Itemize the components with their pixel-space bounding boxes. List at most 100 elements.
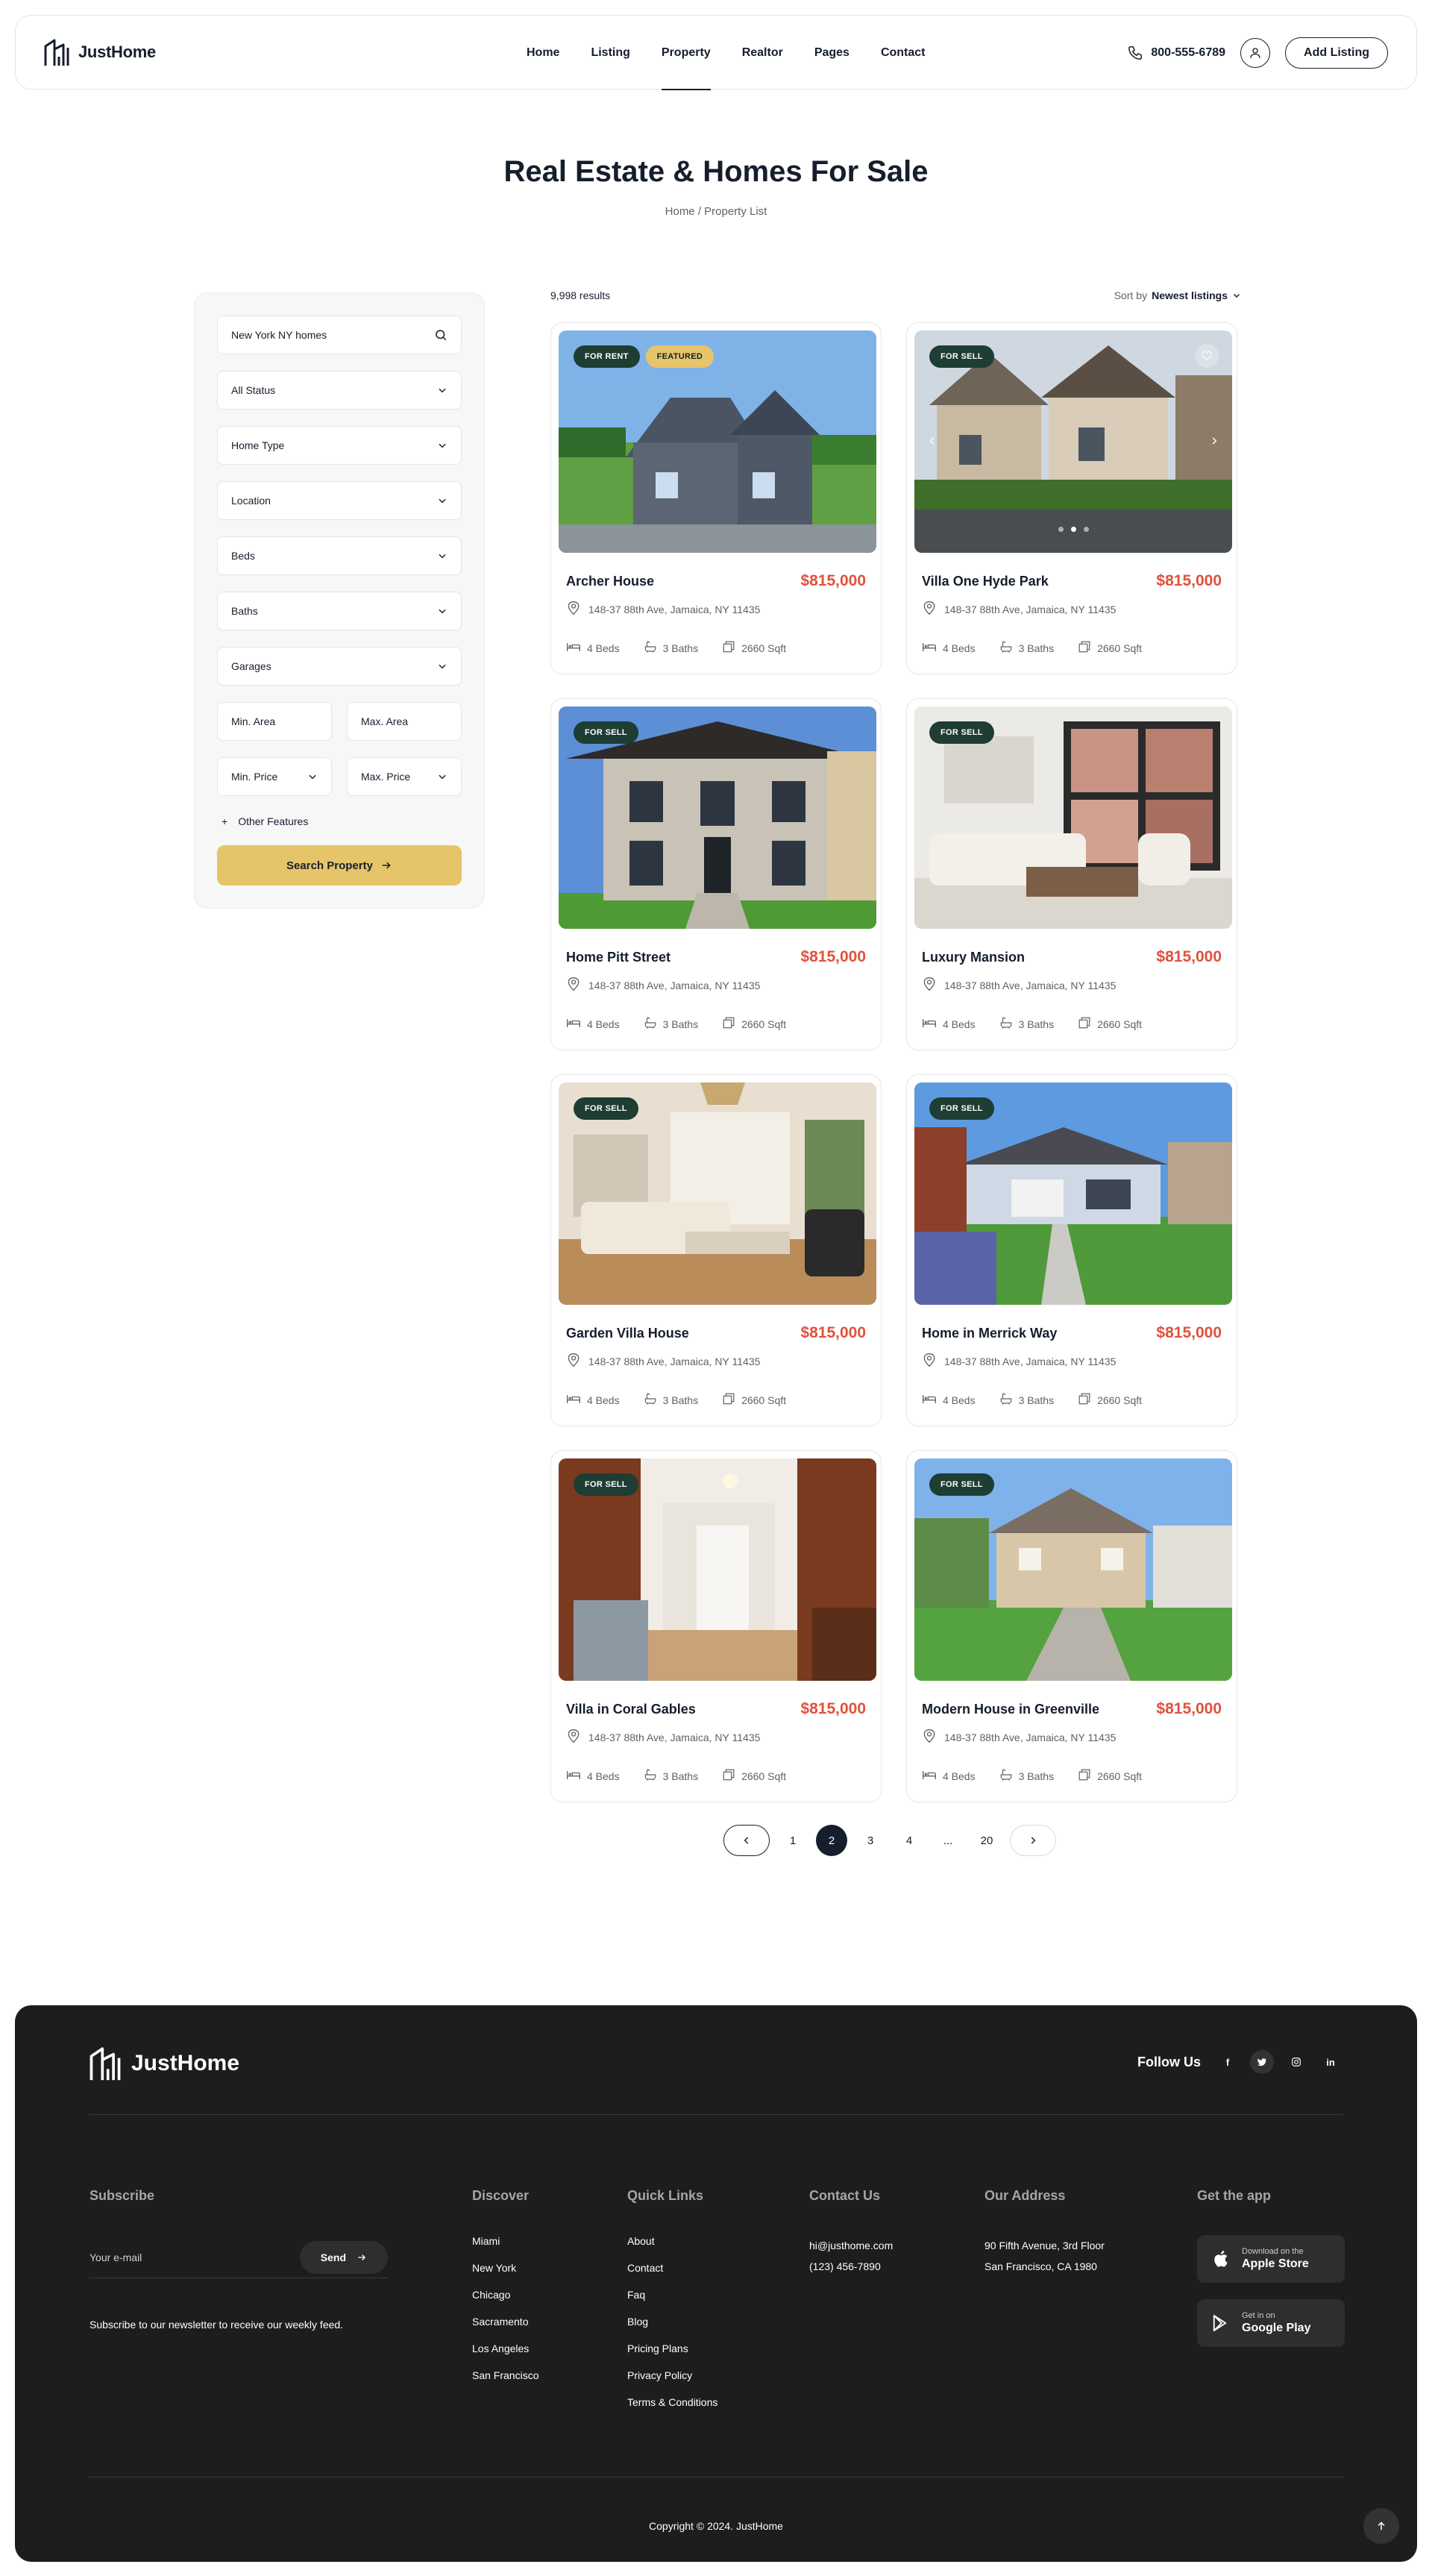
property-title[interactable]: Villa in Coral Gables xyxy=(566,1702,696,1717)
quick-link-about[interactable]: About xyxy=(627,2235,717,2247)
send-button[interactable]: Send xyxy=(299,2240,388,2274)
search-icon xyxy=(436,330,447,341)
twitter-icon[interactable] xyxy=(1250,2050,1274,2074)
google-play-button[interactable]: Get in on Google Play xyxy=(1197,2299,1345,2347)
discover-link-new-york[interactable]: New York xyxy=(472,2262,538,2274)
apple-store-button[interactable]: Download on the Apple Store xyxy=(1197,2235,1345,2283)
quick-link-privacy-policy[interactable]: Privacy Policy xyxy=(627,2369,717,2381)
email-input[interactable]: Your e-mail xyxy=(90,2251,142,2263)
facebook-icon[interactable]: f xyxy=(1216,2050,1240,2074)
copyright: Copyright © 2024. JustHome xyxy=(649,2520,783,2532)
property-price: $815,000 xyxy=(800,1700,866,1717)
property-image[interactable]: FOR SELL xyxy=(914,1458,1232,1681)
nav-home[interactable]: Home xyxy=(527,16,559,90)
max-price-select[interactable]: Max. Price xyxy=(347,757,462,796)
chevron-down-icon xyxy=(439,388,446,393)
other-features-toggle[interactable]: + Other Features xyxy=(222,815,462,827)
property-card[interactable]: FOR SELL Luxury Mansion $815,000 148-37 … xyxy=(906,698,1237,1050)
property-title[interactable]: Archer House xyxy=(566,574,654,589)
property-image[interactable]: FOR SELL xyxy=(559,1082,876,1305)
discover-link-sacramento[interactable]: Sacramento xyxy=(472,2316,538,2328)
nav-property[interactable]: Property xyxy=(661,16,711,90)
brand-logo[interactable]: JustHome xyxy=(44,37,156,67)
prev-page-button[interactable] xyxy=(723,1825,770,1856)
property-card[interactable]: FOR SELL Home in Merrick Way $815,000 14… xyxy=(906,1074,1237,1426)
filter-sidebar: New York NY homes All Status Home Type L… xyxy=(194,292,485,909)
status-select[interactable]: All Status xyxy=(217,371,462,410)
quick-link-pricing-plans[interactable]: Pricing Plans xyxy=(627,2342,717,2354)
property-card[interactable]: FOR SELL Garden Villa House $815,000 148… xyxy=(550,1074,882,1426)
carousel-next-icon[interactable] xyxy=(1204,430,1225,451)
phone-link[interactable]: 800-555-6789 xyxy=(1127,45,1225,61)
property-title[interactable]: Villa One Hyde Park xyxy=(922,574,1049,589)
property-card[interactable]: FOR RENT FEATURED Archer House $815,000 1… xyxy=(550,322,882,674)
property-card[interactable]: FOR SELL Modern House in Greenville $815… xyxy=(906,1450,1237,1802)
contact-email[interactable]: hi@justhome.com xyxy=(809,2235,893,2256)
favorite-heart-icon[interactable] xyxy=(1195,344,1219,368)
user-account-button[interactable] xyxy=(1240,38,1271,68)
page-1[interactable]: 1 xyxy=(777,1825,808,1856)
carousel-dot-active[interactable] xyxy=(1070,527,1076,532)
discover-link-miami[interactable]: Miami xyxy=(472,2235,538,2247)
nav-contact[interactable]: Contact xyxy=(881,16,926,90)
carousel-dot[interactable] xyxy=(1058,527,1064,532)
add-listing-button[interactable]: Add Listing xyxy=(1285,37,1388,69)
contact-phone[interactable]: (123) 456-7890 xyxy=(809,2256,893,2277)
address-line-1: 90 Fifth Avenue, 3rd Floor xyxy=(984,2240,1105,2251)
quick-link-faq[interactable]: Faq xyxy=(627,2289,717,2301)
carousel-prev-icon[interactable] xyxy=(922,430,943,451)
quick-link-contact[interactable]: Contact xyxy=(627,2262,717,2274)
footer-brand-logo[interactable]: JustHome xyxy=(90,2044,239,2083)
page-20[interactable]: 20 xyxy=(971,1825,1002,1856)
max-area-input[interactable]: Max. Area xyxy=(347,702,462,741)
property-title[interactable]: Home Pitt Street xyxy=(566,950,671,965)
property-image[interactable]: FOR SELL xyxy=(914,330,1232,553)
discover-link-los-angeles[interactable]: Los Angeles xyxy=(472,2342,538,2354)
nav-pages[interactable]: Pages xyxy=(814,16,850,90)
property-image[interactable]: FOR SELL xyxy=(559,1458,876,1681)
page-4[interactable]: 4 xyxy=(894,1825,925,1856)
baths-select[interactable]: Baths xyxy=(217,592,462,630)
app-column: Get the app Download on the Apple Store … xyxy=(1197,2188,1345,2363)
garages-select[interactable]: Garages xyxy=(217,647,462,686)
beds-select[interactable]: Beds xyxy=(217,536,462,575)
next-page-button[interactable] xyxy=(1010,1825,1056,1856)
sort-dropdown[interactable]: Sort by Newest listings xyxy=(1114,289,1241,301)
property-title[interactable]: Modern House in Greenville xyxy=(922,1702,1099,1717)
property-image[interactable]: FOR SELL xyxy=(914,1082,1232,1305)
footer-brand-name: JustHome xyxy=(131,2051,240,2075)
instagram-icon[interactable] xyxy=(1284,2050,1308,2074)
property-card[interactable]: FOR SELL Villa One Hyde Park $815,000 14… xyxy=(906,322,1237,674)
beds-feature: 4 Beds xyxy=(566,1768,620,1784)
property-image[interactable]: FOR RENT FEATURED xyxy=(559,330,876,553)
property-card[interactable]: FOR SELL Villa in Coral Gables $815,000 … xyxy=(550,1450,882,1802)
discover-link-chicago[interactable]: Chicago xyxy=(472,2289,538,2301)
property-image[interactable]: FOR SELL xyxy=(914,706,1232,929)
page-2[interactable]: 2 xyxy=(816,1825,847,1856)
linkedin-icon[interactable]: in xyxy=(1319,2050,1342,2074)
quick-link-blog[interactable]: Blog xyxy=(627,2316,717,2328)
discover-link-san-francisco[interactable]: San Francisco xyxy=(472,2369,538,2381)
carousel-dot[interactable] xyxy=(1083,527,1089,532)
page-3[interactable]: 3 xyxy=(855,1825,886,1856)
nav-listing[interactable]: Listing xyxy=(591,16,629,90)
search-input[interactable]: New York NY homes xyxy=(217,316,462,354)
property-card[interactable]: FOR SELL Home Pitt Street $815,000 148-3… xyxy=(550,698,882,1050)
back-to-top-button[interactable] xyxy=(1363,2508,1399,2544)
property-price: $815,000 xyxy=(1156,1324,1222,1341)
property-title[interactable]: Home in Merrick Way xyxy=(922,1326,1057,1341)
min-area-input[interactable]: Min. Area xyxy=(217,702,332,741)
property-title[interactable]: Garden Villa House xyxy=(566,1326,689,1341)
home-type-select[interactable]: Home Type xyxy=(217,426,462,465)
quick-link-terms[interactable]: Terms & Conditions xyxy=(627,2396,717,2408)
property-image[interactable]: FOR SELL xyxy=(559,706,876,929)
property-title[interactable]: Luxury Mansion xyxy=(922,950,1025,965)
location-select[interactable]: Location xyxy=(217,481,462,520)
price-range: Min. Price Max. Price xyxy=(217,757,462,812)
search-property-button[interactable]: Search Property xyxy=(217,845,462,886)
header-actions: 800-555-6789 Add Listing xyxy=(1127,16,1388,90)
bath-icon xyxy=(999,1016,1013,1032)
min-price-select[interactable]: Min. Price xyxy=(217,757,332,796)
max-area-placeholder: Max. Area xyxy=(361,715,409,727)
nav-realtor[interactable]: Realtor xyxy=(742,16,783,90)
